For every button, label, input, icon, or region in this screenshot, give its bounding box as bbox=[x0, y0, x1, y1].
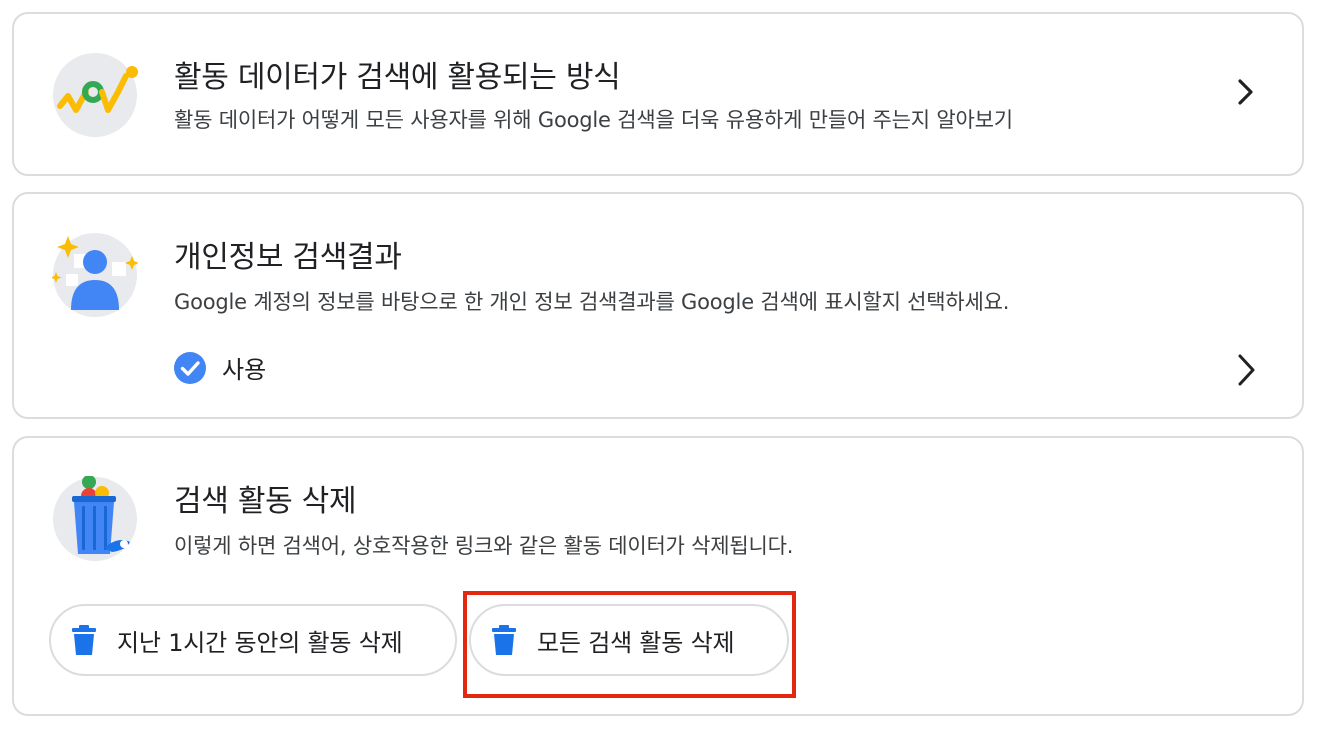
trash-icon bbox=[72, 625, 96, 655]
delete-last-hour-button[interactable]: 지난 1시간 동안의 활동 삭제 bbox=[49, 604, 457, 676]
trash-bin-icon bbox=[53, 476, 137, 561]
personal-results-description: Google 계정의 정보를 바탕으로 한 개인 정보 검색결과를 Google… bbox=[174, 290, 1010, 314]
delete-activity-title: 검색 활동 삭제 bbox=[174, 484, 357, 519]
delete-activity-description: 이렇게 하면 검색어, 상호작용한 링크와 같은 활동 데이터가 삭제됩니다. bbox=[174, 534, 794, 558]
activity-usage-description: 활동 데이터가 어떻게 모든 사용자를 위해 Google 검색을 더욱 유용하… bbox=[174, 108, 1013, 132]
delete-all-activity-label: 모든 검색 활동 삭제 bbox=[537, 628, 735, 657]
personal-results-icon bbox=[52, 233, 138, 317]
activity-usage-card[interactable]: 활동 데이터가 검색에 활용되는 방식 활동 데이터가 어떻게 모든 사용자를 … bbox=[12, 12, 1304, 176]
delete-last-hour-label: 지난 1시간 동안의 활동 삭제 bbox=[117, 628, 403, 657]
delete-activity-card: 검색 활동 삭제 이렇게 하면 검색어, 상호작용한 링크와 같은 활동 데이터… bbox=[12, 436, 1304, 716]
activity-usage-title: 활동 데이터가 검색에 활용되는 방식 bbox=[174, 60, 621, 95]
check-circle-icon bbox=[174, 351, 206, 384]
activity-graph-icon bbox=[53, 53, 138, 137]
trash-icon bbox=[492, 625, 516, 655]
chevron-right-icon[interactable] bbox=[1236, 353, 1258, 387]
chevron-right-icon[interactable] bbox=[1236, 75, 1258, 109]
personal-results-title: 개인정보 검색결과 bbox=[174, 240, 402, 275]
status-label: 사용 bbox=[222, 356, 267, 384]
delete-all-activity-button[interactable]: 모든 검색 활동 삭제 bbox=[469, 604, 789, 676]
personal-results-card[interactable]: 개인정보 검색결과 Google 계정의 정보를 바탕으로 한 개인 정보 검색… bbox=[12, 192, 1304, 419]
personal-results-status: 사용 bbox=[174, 350, 266, 385]
